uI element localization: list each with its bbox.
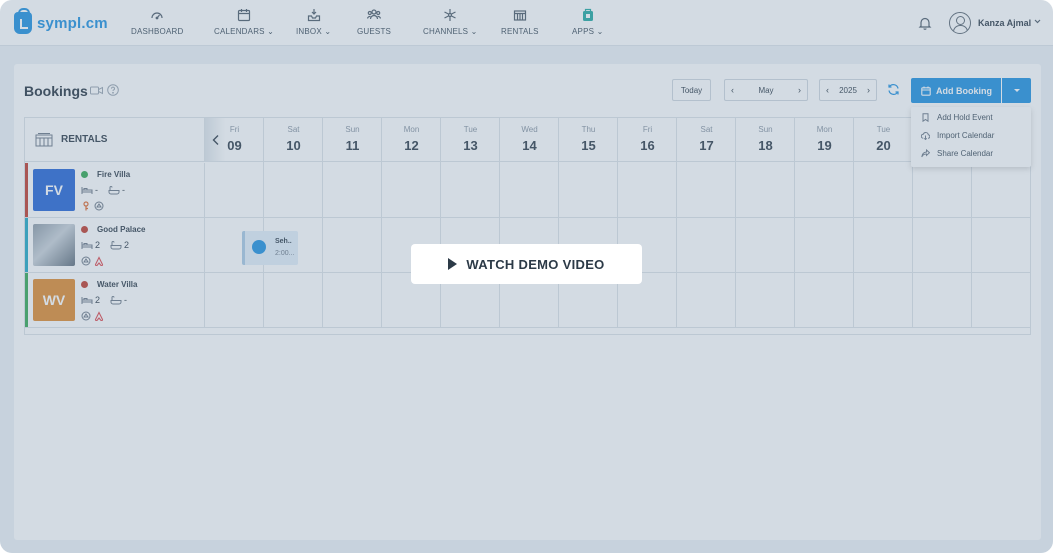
app-frame: sympl.cm DASHBOARD CALENDARS ⌄ INBOX ⌄ G… [0, 0, 1053, 553]
play-icon [448, 258, 458, 270]
watch-demo-video-button[interactable]: WATCH DEMO VIDEO [411, 244, 642, 284]
watch-demo-label: WATCH DEMO VIDEO [466, 256, 605, 272]
